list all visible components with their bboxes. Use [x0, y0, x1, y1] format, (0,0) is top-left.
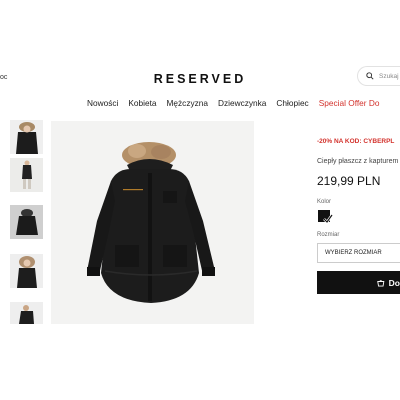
search-icon: [366, 72, 374, 80]
coat-image: [10, 158, 43, 192]
nav-item-mezczyzna[interactable]: Mężczyzna: [167, 98, 209, 108]
nav-item-chlopiec[interactable]: Chłopiec: [276, 98, 308, 108]
coat-image: [10, 205, 43, 239]
add-to-cart-button[interactable]: Do k: [317, 271, 400, 294]
thumbnail-coat-hood-worn[interactable]: [10, 254, 43, 288]
size-dropdown[interactable]: WYBIERZ ROZMIAR: [317, 243, 400, 263]
promo-code-badge: -20% NA KOD: CYBERPL: [317, 138, 395, 145]
cart-icon: [377, 279, 385, 286]
thumbnail-coat-side-worn[interactable]: [10, 302, 43, 324]
add-to-cart-label: Do k: [388, 277, 400, 288]
product-price: 219,99 PLN: [317, 174, 381, 188]
search-placeholder: Szukaj: [379, 72, 399, 80]
thumbnail-coat-front-flat[interactable]: [10, 205, 43, 239]
brand-logo[interactable]: RESERVED: [0, 72, 400, 86]
size-label: Rozmiar: [317, 232, 340, 238]
thumbnail-coat-front-worn[interactable]: [10, 120, 43, 154]
nav-item-special-offer[interactable]: Special Offer Do: [319, 98, 380, 108]
main-nav: Nowości Kobieta Mężczyzna Dziewczynka Ch…: [87, 98, 379, 108]
nav-item-nowosci[interactable]: Nowości: [87, 98, 118, 108]
thumbnail-coat-full-body[interactable]: [10, 158, 43, 192]
product-title: Ciepły płaszcz z kapturem: [317, 158, 399, 165]
parka-image: [51, 121, 254, 324]
color-label: Kolor: [317, 199, 332, 205]
coat-image: [10, 254, 43, 288]
coat-image: [10, 120, 43, 154]
product-main-image[interactable]: [51, 121, 254, 324]
nav-item-kobieta[interactable]: Kobieta: [128, 98, 156, 108]
nav-item-dziewczynka[interactable]: Dziewczynka: [218, 98, 266, 108]
search-input[interactable]: Szukaj: [357, 66, 400, 86]
coat-image: [10, 302, 43, 324]
check-icon: [323, 214, 333, 224]
